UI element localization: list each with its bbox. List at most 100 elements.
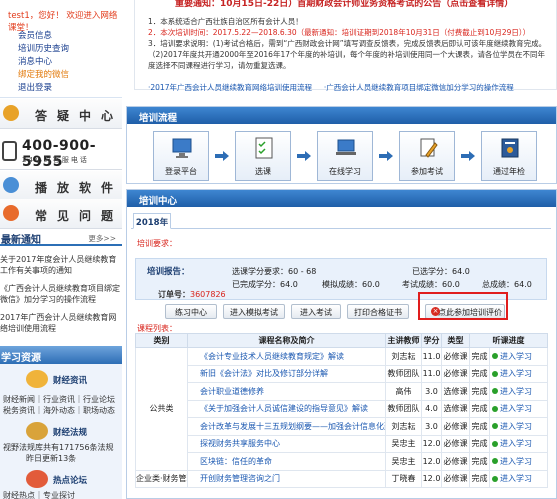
enter-exam-button[interactable]: 进入考试 bbox=[291, 304, 341, 319]
col-teacher: 主讲教师 bbox=[385, 333, 422, 348]
col-credits: 学分 bbox=[421, 333, 442, 348]
course-name[interactable]: 探视财务共享服务中心 bbox=[187, 434, 386, 453]
qa-center-label: 答疑中心 bbox=[35, 109, 124, 123]
notice-item[interactable]: 关于2017年度会计人员继续教育工作有关事项的通知 bbox=[0, 254, 122, 276]
training-center-title: 培训中心 bbox=[127, 190, 556, 207]
important-notice-link[interactable]: 重要通知：10月15日-22日）首期财政会计师业务资格考试的公告（点击查看详情） bbox=[175, 0, 513, 9]
hot-forum-links[interactable]: 财经热点｜专业探讨 bbox=[3, 490, 75, 499]
enter-study-link[interactable]: 进入学习 bbox=[489, 364, 548, 383]
order-value: 3607826 bbox=[190, 290, 226, 299]
certificate-icon bbox=[501, 138, 519, 158]
faq-icon bbox=[3, 205, 19, 221]
course-name[interactable]: 区块链：信任的革命 bbox=[187, 452, 386, 471]
course-type: 选修课 bbox=[441, 399, 470, 418]
credits: 11.0 bbox=[421, 364, 442, 383]
category-cell: 企业类·财务管理 bbox=[135, 469, 188, 488]
course-name[interactable]: 会计改革与发展十三五规划纲要——加强会计信息化建设 bbox=[187, 417, 386, 436]
mock-score: 模拟成绩：60.0 bbox=[322, 280, 380, 289]
category-cell: 公共类 bbox=[135, 347, 188, 471]
step-label: 参加考试 bbox=[411, 167, 443, 176]
teacher: 吴忠主 bbox=[385, 434, 422, 453]
enter-study-label: 进入学习 bbox=[500, 351, 532, 361]
status-dot-icon bbox=[492, 388, 498, 395]
course-name[interactable]: 开创财务管理咨询之门 bbox=[187, 469, 386, 488]
progress-status: 完成 bbox=[469, 382, 490, 401]
mock-exam-button[interactable]: 进入模拟考试 bbox=[223, 304, 285, 319]
training-flow-panel: 培训流程 登录平台 选课 在线学习 参加考试 通过年检 bbox=[126, 106, 557, 184]
announcement-line: 2．本次培训时间：2017.5.22—2018.6.30（最新通知：培训证期到2… bbox=[148, 28, 531, 37]
course-type: 必修课 bbox=[441, 452, 470, 471]
col-progress: 听课进度 bbox=[469, 333, 548, 348]
menu-logout[interactable]: 退出登录 bbox=[18, 82, 69, 95]
tab-2018[interactable]: 2018年 bbox=[133, 213, 171, 229]
table-row: 公共类 《会计专业技术人员继续教育规定》解读 刘志耘 11.0 必修课 完成 进… bbox=[135, 347, 548, 471]
menu-messages[interactable]: 消息中心 bbox=[18, 56, 69, 69]
phone-icon bbox=[2, 141, 17, 161]
checklist-icon bbox=[255, 137, 273, 159]
enter-study-link[interactable]: 进入学习 bbox=[489, 347, 548, 366]
play-icon bbox=[3, 177, 19, 193]
usage-flow-link[interactable]: ·2017年广西会计人员继续教育网络培训使用流程 bbox=[148, 83, 312, 92]
enter-study-link[interactable]: 进入学习 bbox=[489, 417, 548, 436]
enter-study-link[interactable]: 进入学习 bbox=[489, 399, 548, 418]
enter-study-link[interactable]: 进入学习 bbox=[489, 469, 548, 488]
faq-button[interactable]: 常见问题 bbox=[0, 199, 122, 229]
report-title: 培训报告： bbox=[147, 267, 190, 277]
menu-bind-wechat[interactable]: 绑定我的微信 bbox=[18, 69, 69, 82]
teacher: 教师团队 bbox=[385, 399, 422, 418]
pencil-icon bbox=[420, 138, 438, 158]
teacher: 刘志耘 bbox=[385, 347, 422, 366]
status-dot-icon bbox=[492, 423, 498, 430]
menu-member-info[interactable]: 会员信息 bbox=[18, 30, 69, 43]
forum-icon bbox=[26, 470, 48, 488]
news-icon bbox=[26, 370, 48, 388]
hotline-box: 400-900-5955 24小时客服电话 bbox=[0, 134, 122, 170]
course-type: 必修课 bbox=[441, 434, 470, 453]
progress-status: 完成 bbox=[469, 399, 490, 418]
evaluation-highlight-box bbox=[418, 292, 508, 320]
player-software-button[interactable]: 播放软件 bbox=[0, 171, 122, 201]
finance-news-title[interactable]: 财经资讯 bbox=[53, 374, 87, 386]
computer-icon bbox=[172, 138, 192, 158]
enter-study-link[interactable]: 进入学习 bbox=[489, 434, 548, 453]
announcement-line: 1．本系统适合广西壮族自治区所有会计人员！ bbox=[148, 17, 303, 26]
finance-news-links[interactable]: 财经新闻｜行业资讯｜行业论坛 税务资讯｜海外动态｜职场动态 bbox=[3, 394, 121, 416]
notice-more-link[interactable]: 更多>> bbox=[88, 233, 116, 244]
course-type: 必修课 bbox=[441, 364, 470, 383]
exam-score: 考试成绩：60.0 bbox=[402, 280, 460, 289]
teacher: 吴忠主 bbox=[385, 452, 422, 471]
announcement-lines: 1．本系统适合广西壮族自治区所有会计人员！ 2．本次培训时间：2017.5.22… bbox=[148, 16, 548, 71]
course-name[interactable]: 《会计专业技术人员继续教育规定》解读 bbox=[187, 347, 386, 366]
arrow-right-icon bbox=[379, 151, 393, 161]
training-center-panel: 培训中心 2018年 培训要求： 培训报告： 选课学分要求：60 - 68 已选… bbox=[126, 189, 557, 499]
course-type: 必修课 bbox=[441, 469, 470, 488]
print-certificate-button[interactable]: 打印合格证书 bbox=[347, 304, 409, 319]
status-dot-icon bbox=[492, 458, 498, 465]
notice-item[interactable]: 2017年广西会计人员继续教育网络培训使用流程 bbox=[0, 312, 122, 334]
notice-item[interactable]: 《广西会计人员继续教育项目绑定微信》加分学习的操作流程 bbox=[0, 283, 122, 305]
col-course-name: 课程名称及简介 bbox=[187, 333, 386, 348]
course-name[interactable]: 《关于加强会计人员诚信建设的指导意见》解读 bbox=[187, 399, 386, 418]
course-name[interactable]: 新旧《会计法》对比及修订部分详解 bbox=[187, 364, 386, 383]
step-exam: 参加考试 bbox=[399, 131, 455, 181]
selected-credits: 已选学分：64.0 bbox=[412, 267, 470, 276]
hot-forum-title[interactable]: 热点论坛 bbox=[53, 474, 87, 486]
qa-center-button[interactable]: 答疑中心 bbox=[0, 99, 122, 129]
finance-law-title[interactable]: 财经法规 bbox=[53, 426, 87, 438]
step-label: 在线学习 bbox=[329, 167, 361, 176]
hotline-number: 400-900-5955 bbox=[22, 138, 97, 170]
status-dot-icon bbox=[492, 475, 498, 482]
course-name[interactable]: 会计职业道德修养 bbox=[187, 382, 386, 401]
enter-study-link[interactable]: 进入学习 bbox=[489, 382, 548, 401]
training-requirement-label: 培训要求： bbox=[137, 239, 177, 248]
enter-study-link[interactable]: 进入学习 bbox=[489, 452, 548, 471]
status-dot-icon bbox=[492, 405, 498, 412]
practice-center-button[interactable]: 练习中心 bbox=[165, 304, 217, 319]
order-number: 订单号：3607826 bbox=[158, 289, 226, 300]
announcement-line: （2)2017年度共开通2000年至2016年17个年度的补培训，每个年度的补培… bbox=[148, 50, 545, 70]
user-box: test1，您好！ 欢迎进入网络课堂！ 会员信息 培训历史查询 消息中心 绑定我… bbox=[0, 0, 122, 98]
enter-study-label: 进入学习 bbox=[500, 474, 532, 484]
enter-study-label: 进入学习 bbox=[500, 386, 532, 396]
wechat-flow-link[interactable]: ·广西会计人员继续教育项目绑定微信加分学习的操作流程 bbox=[324, 83, 514, 92]
menu-history[interactable]: 培训历史查询 bbox=[18, 43, 69, 56]
